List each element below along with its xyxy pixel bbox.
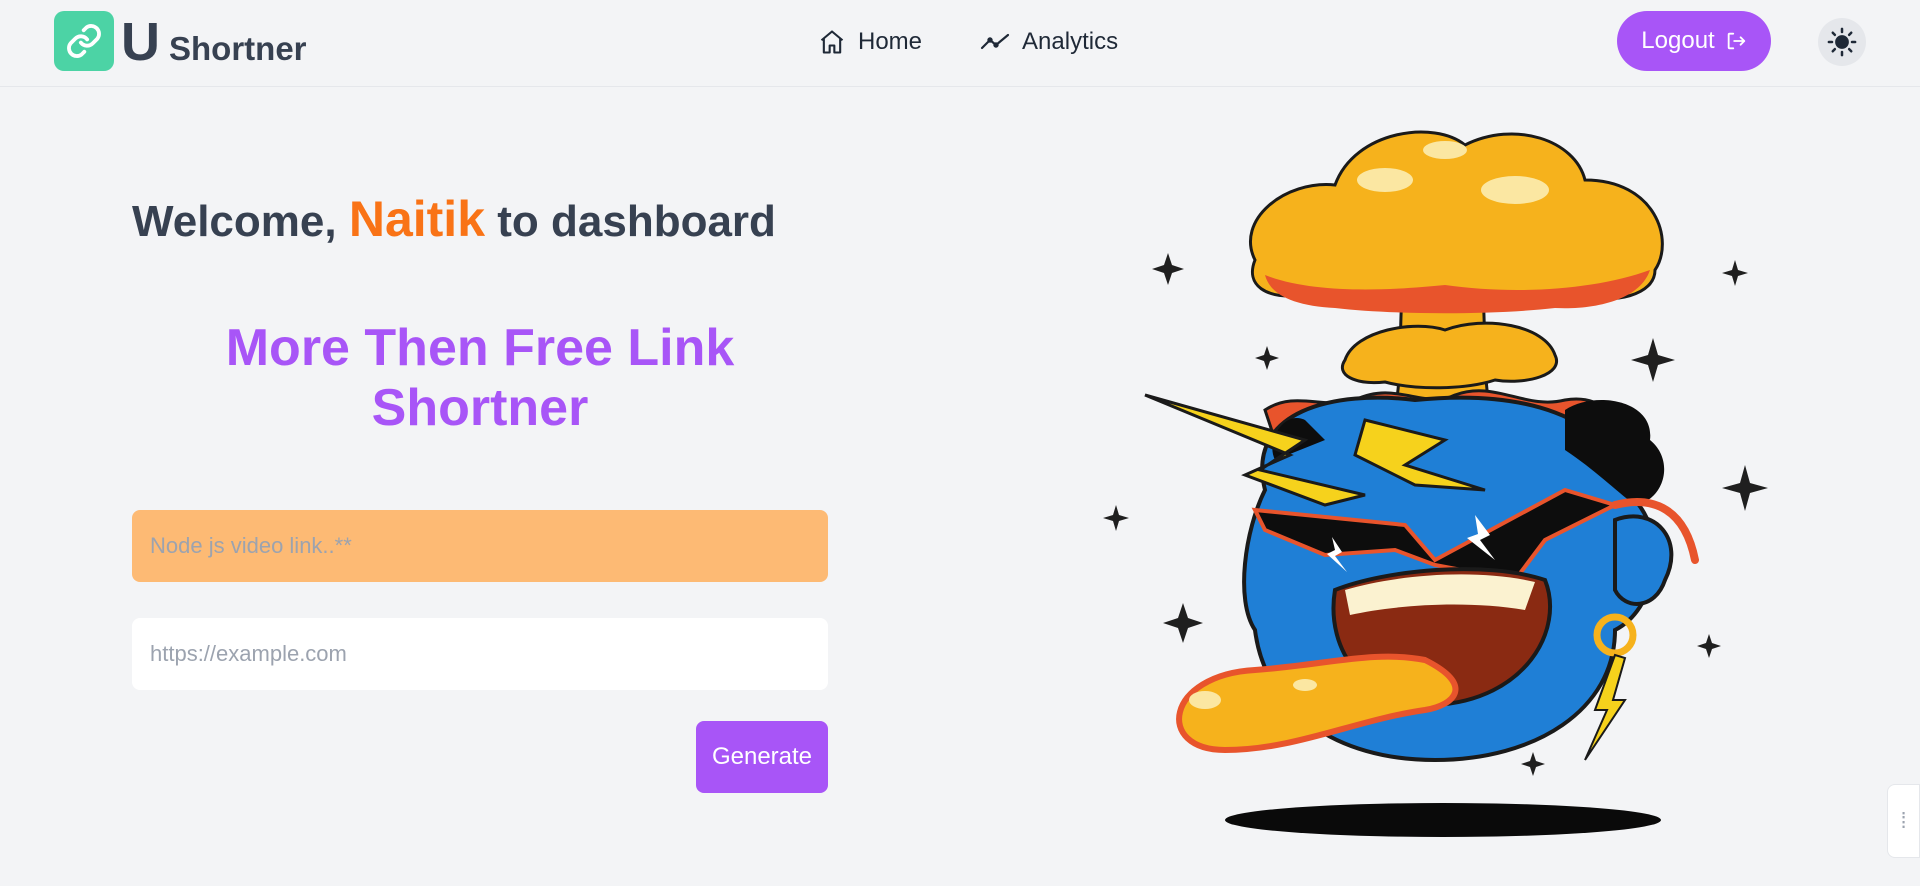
nav-home-link[interactable]: Home bbox=[818, 24, 922, 60]
logout-icon bbox=[1727, 32, 1745, 50]
logout-label: Logout bbox=[1641, 27, 1715, 54]
nav-analytics-label: Analytics bbox=[1022, 28, 1119, 55]
trend-line-icon bbox=[980, 33, 1010, 50]
link-title-input[interactable] bbox=[132, 510, 828, 582]
navbar: U Shortner Home Analytics Logout bbox=[0, 0, 1920, 87]
nav-analytics-link[interactable]: Analytics bbox=[980, 24, 1118, 60]
tagline: More Then Free Link Shortner bbox=[225, 319, 735, 437]
home-icon bbox=[820, 30, 844, 54]
brand-letter: U bbox=[121, 12, 160, 72]
logout-button[interactable]: Logout bbox=[1617, 11, 1771, 71]
nav-home-label: Home bbox=[858, 28, 923, 55]
brand-logo[interactable]: U Shortner bbox=[54, 11, 307, 71]
mascot-illustration bbox=[1103, 130, 1768, 837]
theme-toggle-button[interactable] bbox=[1818, 18, 1866, 66]
user-name: Naitik bbox=[348, 191, 486, 247]
welcome-heading: Welcome, Naitik to dashboard bbox=[132, 190, 776, 248]
drag-handle-icon: ⁞ bbox=[1900, 808, 1907, 833]
main-nav: Home Analytics bbox=[818, 24, 1118, 60]
sun-icon bbox=[1827, 27, 1857, 57]
logo-badge bbox=[54, 11, 114, 71]
generate-button[interactable]: Generate bbox=[696, 721, 828, 793]
welcome-prefix: Welcome, bbox=[132, 197, 337, 246]
url-input[interactable] bbox=[132, 618, 828, 690]
brand-name: Shortner bbox=[169, 30, 307, 67]
side-panel-handle[interactable]: ⁞ bbox=[1887, 784, 1920, 858]
link-icon bbox=[67, 24, 101, 58]
welcome-suffix: to dashboard bbox=[497, 197, 776, 246]
